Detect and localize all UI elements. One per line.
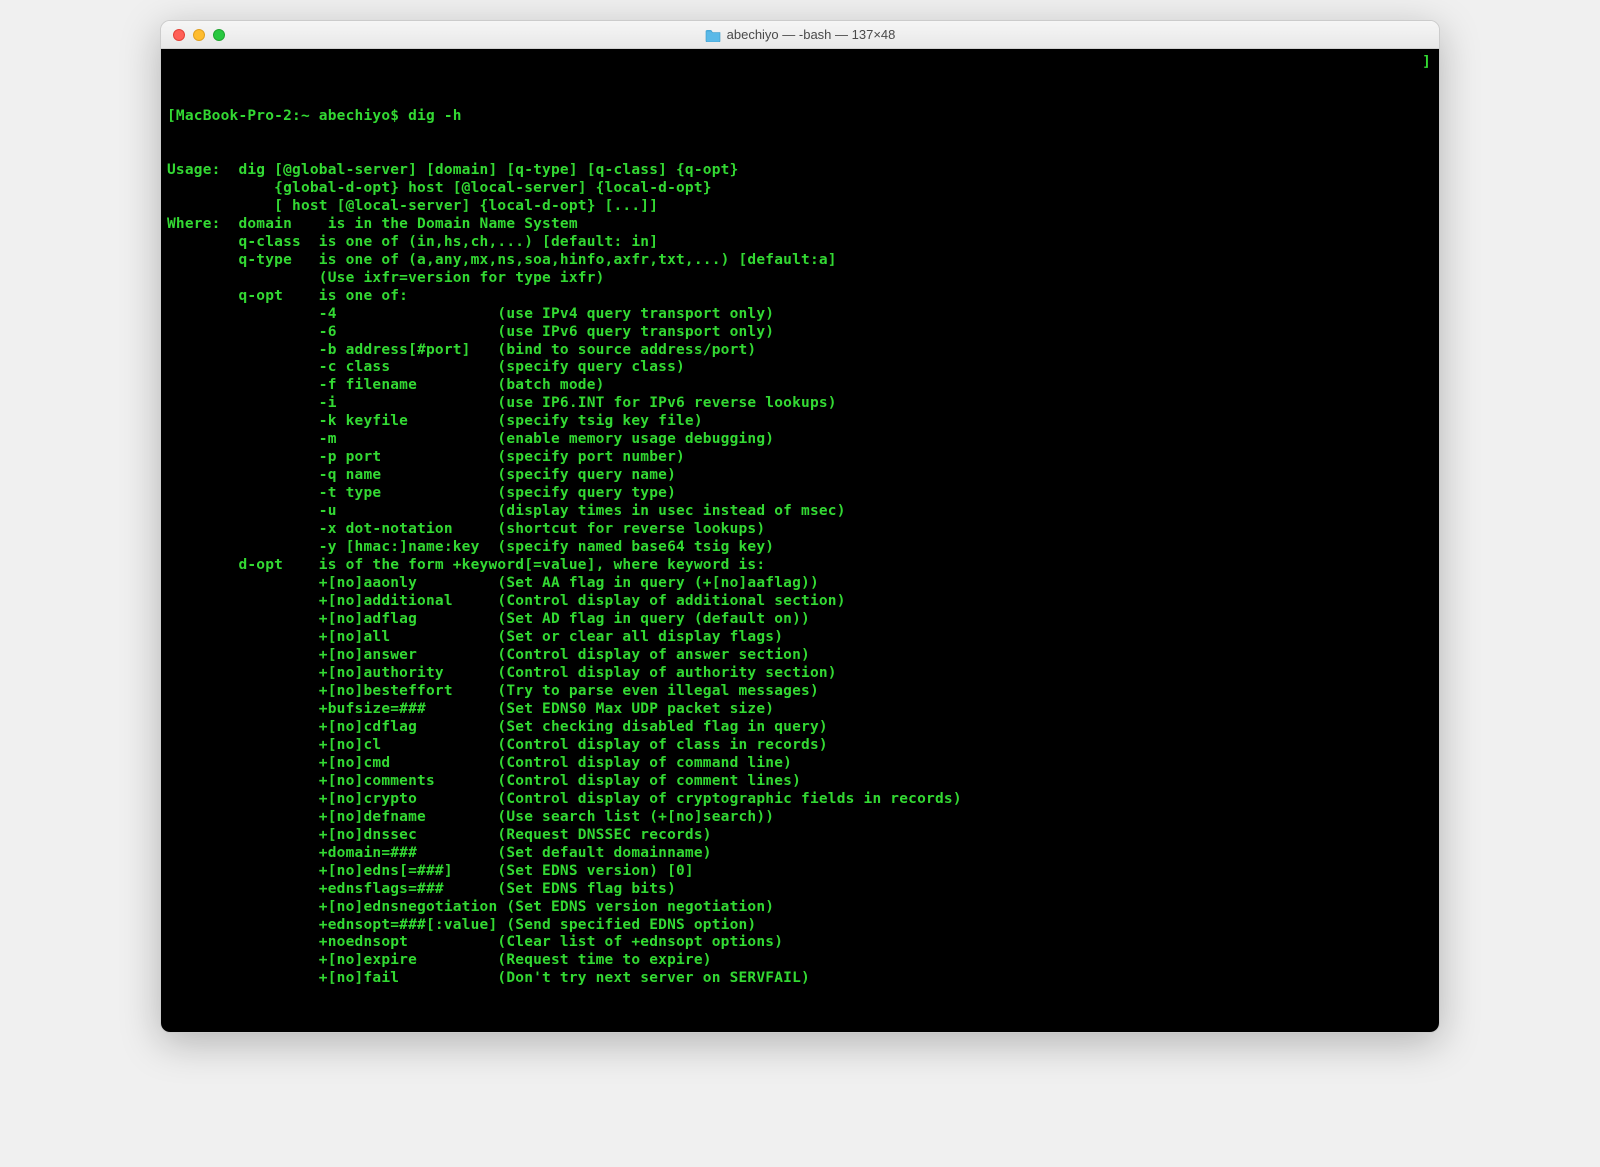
output-line: q-type is one of (a,any,mx,ns,soa,hinfo,… bbox=[167, 252, 1433, 270]
traffic-lights bbox=[173, 29, 225, 41]
output-line: +[no]crypto (Control display of cryptogr… bbox=[167, 791, 1433, 809]
output-line: +noednsopt (Clear list of +ednsopt optio… bbox=[167, 934, 1433, 952]
maximize-button[interactable] bbox=[213, 29, 225, 41]
output-line: -i (use IP6.INT for IPv6 reverse lookups… bbox=[167, 395, 1433, 413]
output-line: +[no]ednsnegotiation (Set EDNS version n… bbox=[167, 899, 1433, 917]
terminal-window: abechiyo — -bash — 137×48 ] [MacBook-Pro… bbox=[160, 20, 1440, 1033]
output-line: +[no]authority (Control display of autho… bbox=[167, 665, 1433, 683]
output-line: -b address[#port] (bind to source addres… bbox=[167, 342, 1433, 360]
output-line: -4 (use IPv4 query transport only) bbox=[167, 306, 1433, 324]
terminal-corner-char: ] bbox=[1422, 54, 1431, 72]
terminal-body[interactable]: ] [MacBook-Pro-2:~ abechiyo$ dig -h Usag… bbox=[161, 49, 1439, 1032]
folder-icon bbox=[705, 28, 721, 42]
terminal-output: Usage: dig [@global-server] [domain] [q-… bbox=[167, 162, 1433, 989]
output-line: +[no]adflag (Set AD flag in query (defau… bbox=[167, 611, 1433, 629]
output-line: q-opt is one of: bbox=[167, 288, 1433, 306]
output-line: +ednsopt=###[:value] (Send specified EDN… bbox=[167, 917, 1433, 935]
output-line: -q name (specify query name) bbox=[167, 467, 1433, 485]
output-line: -t type (specify query type) bbox=[167, 485, 1433, 503]
prompt-command: dig -h bbox=[408, 108, 462, 124]
output-line: +[no]besteffort (Try to parse even illeg… bbox=[167, 683, 1433, 701]
output-line: +[no]comments (Control display of commen… bbox=[167, 773, 1433, 791]
output-line: -x dot-notation (shortcut for reverse lo… bbox=[167, 521, 1433, 539]
output-line: Usage: dig [@global-server] [domain] [q-… bbox=[167, 162, 1433, 180]
close-button[interactable] bbox=[173, 29, 185, 41]
output-line: -k keyfile (specify tsig key file) bbox=[167, 413, 1433, 431]
output-line: +[no]cdflag (Set checking disabled flag … bbox=[167, 719, 1433, 737]
output-line: +[no]cl (Control display of class in rec… bbox=[167, 737, 1433, 755]
output-line: -u (display times in usec instead of mse… bbox=[167, 503, 1433, 521]
prompt-line: [MacBook-Pro-2:~ abechiyo$ dig -h bbox=[167, 108, 1433, 126]
prompt-host: [MacBook-Pro-2:~ abechiyo$ bbox=[167, 108, 408, 124]
output-line: -p port (specify port number) bbox=[167, 449, 1433, 467]
output-line: +ednsflags=### (Set EDNS flag bits) bbox=[167, 881, 1433, 899]
output-line: +[no]aaonly (Set AA flag in query (+[no]… bbox=[167, 575, 1433, 593]
output-line: -f filename (batch mode) bbox=[167, 377, 1433, 395]
titlebar[interactable]: abechiyo — -bash — 137×48 bbox=[161, 21, 1439, 49]
output-line: +[no]answer (Control display of answer s… bbox=[167, 647, 1433, 665]
output-line: +[no]all (Set or clear all display flags… bbox=[167, 629, 1433, 647]
output-line: +bufsize=### (Set EDNS0 Max UDP packet s… bbox=[167, 701, 1433, 719]
output-line: +[no]edns[=###] (Set EDNS version) [0] bbox=[167, 863, 1433, 881]
output-line: +domain=### (Set default domainname) bbox=[167, 845, 1433, 863]
output-line: [ host [@local-server] {local-d-opt} [..… bbox=[167, 198, 1433, 216]
output-line: +[no]defname (Use search list (+[no]sear… bbox=[167, 809, 1433, 827]
output-line: +[no]cmd (Control display of command lin… bbox=[167, 755, 1433, 773]
output-line: +[no]fail (Don't try next server on SERV… bbox=[167, 970, 1433, 988]
minimize-button[interactable] bbox=[193, 29, 205, 41]
output-line: -m (enable memory usage debugging) bbox=[167, 431, 1433, 449]
output-line: -c class (specify query class) bbox=[167, 359, 1433, 377]
output-line: (Use ixfr=version for type ixfr) bbox=[167, 270, 1433, 288]
output-line: d-opt is of the form +keyword[=value], w… bbox=[167, 557, 1433, 575]
output-line: Where: domain is in the Domain Name Syst… bbox=[167, 216, 1433, 234]
window-title: abechiyo — -bash — 137×48 bbox=[171, 27, 1429, 42]
output-line: -6 (use IPv6 query transport only) bbox=[167, 324, 1433, 342]
output-line: +[no]dnssec (Request DNSSEC records) bbox=[167, 827, 1433, 845]
output-line: +[no]additional (Control display of addi… bbox=[167, 593, 1433, 611]
output-line: q-class is one of (in,hs,ch,...) [defaul… bbox=[167, 234, 1433, 252]
window-title-text: abechiyo — -bash — 137×48 bbox=[727, 27, 896, 42]
output-line: {global-d-opt} host [@local-server] {loc… bbox=[167, 180, 1433, 198]
output-line: -y [hmac:]name:key (specify named base64… bbox=[167, 539, 1433, 557]
output-line: +[no]expire (Request time to expire) bbox=[167, 952, 1433, 970]
